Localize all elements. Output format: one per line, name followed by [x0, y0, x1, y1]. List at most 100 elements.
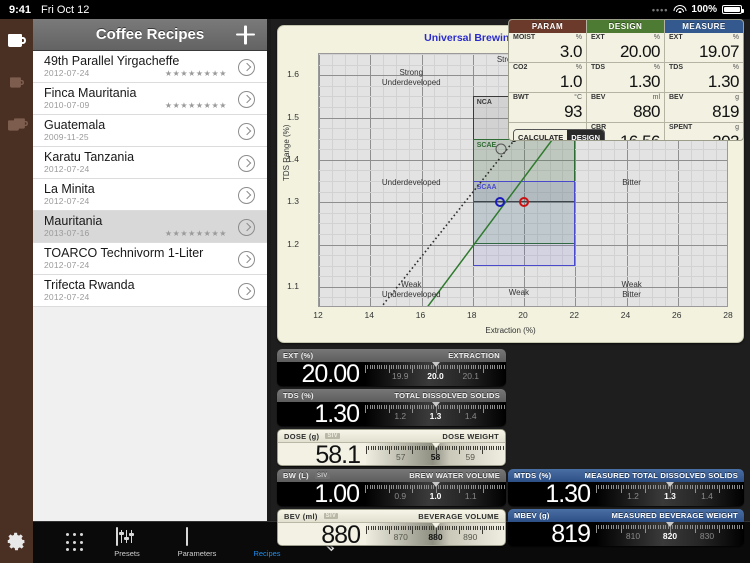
chart-x-tick: 20: [518, 310, 528, 320]
param-cell[interactable]: BEV ml 880: [587, 93, 664, 123]
gauge-scale[interactable]: 57 58 59: [366, 443, 505, 465]
chart-point-measure-point[interactable]: [495, 197, 506, 208]
recipe-row[interactable]: Guatemala 2009-11-25: [33, 115, 267, 147]
recipe-detail-chevron-icon[interactable]: [238, 155, 255, 172]
recipe-row[interactable]: 49th Parallel Yirgacheffe 2012-07-24 ★★★★★…: [33, 51, 267, 83]
param-cell[interactable]: CO2% 1.0: [509, 63, 586, 93]
gauge-bev[interactable]: BEV (ml) SIV BEVERAGE VOLUME 880 870 880 890: [277, 509, 506, 546]
rail-item-mug-2[interactable]: [0, 61, 33, 103]
recipe-detail-chevron-icon[interactable]: [238, 91, 255, 108]
param-cell[interactable]: EXT% 19.07: [665, 33, 743, 63]
settings-button[interactable]: [0, 525, 33, 557]
gauge-code: TDS (%): [283, 391, 314, 400]
grid-dots-icon: [66, 533, 88, 553]
gauge-value[interactable]: 1.30: [277, 400, 365, 426]
rail-item-mug-stack[interactable]: [0, 103, 33, 145]
recipe-name: Trifecta Rwanda: [44, 278, 135, 292]
battery-percent: 100%: [691, 4, 717, 15]
recipe-detail-chevron-icon[interactable]: [238, 187, 255, 204]
recipe-detail-chevron-icon[interactable]: [238, 59, 255, 76]
recipe-detail-chevron-icon[interactable]: [238, 283, 255, 300]
gauge-value[interactable]: 20.00: [277, 360, 365, 386]
gauge-scale[interactable]: 810 820 830: [596, 522, 744, 546]
chart-x-tick: 24: [620, 310, 631, 320]
param-table-column-design: DESIGNEXT%20.00TDS%1.30BEVml880CBR🔒16.56…: [587, 20, 665, 140]
tab-label: Parameters: [177, 549, 217, 558]
param-unit: %: [575, 64, 582, 71]
gauge-mbev[interactable]: MBEV (g) MEASURED BEVERAGE WEIGHT 819 810 82…: [508, 509, 744, 546]
battery-icon: [722, 5, 744, 14]
rail-item-mug-1[interactable]: [0, 19, 33, 61]
gauge-tick: 1.2: [627, 491, 639, 501]
add-recipe-button[interactable]: [236, 25, 255, 44]
chart-x-axis-label: Extraction (%): [485, 326, 536, 335]
gauge-value[interactable]: 58.1: [278, 441, 366, 465]
param-key: TDS: [591, 64, 605, 71]
tab-label: Presets: [114, 549, 140, 558]
tab-parameters[interactable]: Parameters: [173, 523, 221, 563]
gauge-scale[interactable]: 1.2 1.3 1.4: [596, 482, 744, 506]
gauge-value[interactable]: 819: [508, 520, 596, 546]
status-date: Fri Oct 12: [41, 3, 90, 16]
recipe-detail-chevron-icon[interactable]: [238, 251, 255, 268]
tab-presets[interactable]: Presets: [103, 523, 151, 563]
gauge-scale[interactable]: 1.2 1.3 1.4: [365, 402, 506, 426]
recipe-name: Guatemala: [44, 118, 106, 132]
gauge-bw[interactable]: BW (L) SIV BREW WATER VOLUME 1.00 0.9 1.0 1.1: [277, 469, 506, 506]
param-value: 93: [564, 102, 582, 121]
gauge-code: BEV (ml): [284, 511, 318, 521]
siv-badge: SIV: [325, 433, 340, 439]
recipe-date: 2012-07-24: [44, 196, 90, 206]
recipe-row[interactable]: Mauritania 2013-07-16 ★★★★★★★★: [33, 211, 267, 243]
recipe-date: 2012-07-24: [44, 260, 90, 270]
gauge-tick: 830: [699, 531, 715, 541]
gauge-tick: 820: [662, 531, 678, 541]
recipes-list[interactable]: 49th Parallel Yirgacheffe 2012-07-24 ★★★★★…: [33, 51, 267, 521]
recipe-row[interactable]: Finca Mauritania 2010-07-09 ★★★★★★★★: [33, 83, 267, 115]
chart-zone-label: Underdeveloped: [381, 178, 441, 188]
chart-point-brew-ratio-marker-open[interactable]: [495, 143, 507, 155]
gauge-dose[interactable]: DOSE (g) SIV DOSE WEIGHT 58.1 57 58 59: [277, 429, 506, 466]
param-cell[interactable]: SPENT g202: [665, 123, 743, 140]
param-cell[interactable]: EXT% 20.00: [587, 33, 664, 63]
recipe-detail-chevron-icon[interactable]: [238, 219, 255, 236]
gauge-scale[interactable]: 0.9 1.0 1.1: [365, 482, 506, 506]
param-cell[interactable]: TDS% 1.30: [587, 63, 664, 93]
param-cell[interactable]: BWT °C 93: [509, 93, 586, 123]
gauge-tick: 20.0: [427, 371, 444, 381]
param-cell[interactable]: CBR🔒16.56: [587, 123, 664, 140]
gauge-tick: 880: [428, 532, 443, 542]
gauge-scale[interactable]: 870 880 890: [366, 523, 505, 545]
param-cell[interactable]: TDS% 1.30: [665, 63, 743, 93]
recipe-rating: ★★★★★★★★: [164, 101, 227, 110]
tab-grid-dots[interactable]: [53, 523, 101, 563]
left-rail: [0, 19, 33, 563]
gauge-value[interactable]: 880: [278, 521, 366, 545]
gauge-scale[interactable]: 19.9 20.0 20.1: [365, 362, 506, 386]
gauge-value[interactable]: 1.00: [277, 480, 365, 506]
recipe-date: 2012-07-24: [44, 164, 90, 174]
recipe-row[interactable]: La Minita 2012-07-24: [33, 179, 267, 211]
calculator-icon: [186, 527, 208, 548]
param-cell[interactable]: BEV g 819: [665, 93, 743, 123]
recipe-row[interactable]: TOARCO Technivorm 1-Liter 2012-07-24: [33, 243, 267, 275]
param-unit: %: [653, 64, 660, 71]
gauge-ext[interactable]: EXT (%) EXTRACTION 20.00 19.9 20.0 20.1: [277, 349, 506, 386]
recipe-row[interactable]: Karatu Tanzania 2012-07-24: [33, 147, 267, 179]
param-key: BWT: [513, 94, 529, 101]
coffee-mugs-stack-icon: [6, 117, 28, 131]
chart-x-tick: 14: [364, 310, 374, 320]
param-cell[interactable]: MOIST% 3.0: [509, 33, 586, 63]
gauge-mtds[interactable]: MTDS (%) MEASURED TOTAL DISSOLVED SOLIDS 1…: [508, 469, 744, 506]
recipe-detail-chevron-icon[interactable]: [238, 123, 255, 140]
gauge-tick: 19.9: [391, 371, 409, 381]
recipe-row[interactable]: Trifecta Rwanda 2012-07-24: [33, 275, 267, 307]
calculate-toggle-cell[interactable]: CALCULATE DESIGN: [509, 123, 606, 140]
list-empty-space: [33, 307, 267, 521]
chart-point-design-point[interactable]: [519, 197, 529, 208]
gauge-value[interactable]: 1.30: [508, 480, 596, 506]
calculate-option[interactable]: CALCULATE: [514, 130, 568, 140]
gauge-tds[interactable]: TDS (%) TOTAL DISSOLVED SOLIDS 1.30 1.2 1.3 1…: [277, 389, 506, 426]
gauge-tick: 1.4: [701, 491, 713, 501]
parameter-table: PARAM MOIST% 3.0 CO2% 1.0 BWT °C 93 CALCULATE DES…: [508, 19, 744, 141]
